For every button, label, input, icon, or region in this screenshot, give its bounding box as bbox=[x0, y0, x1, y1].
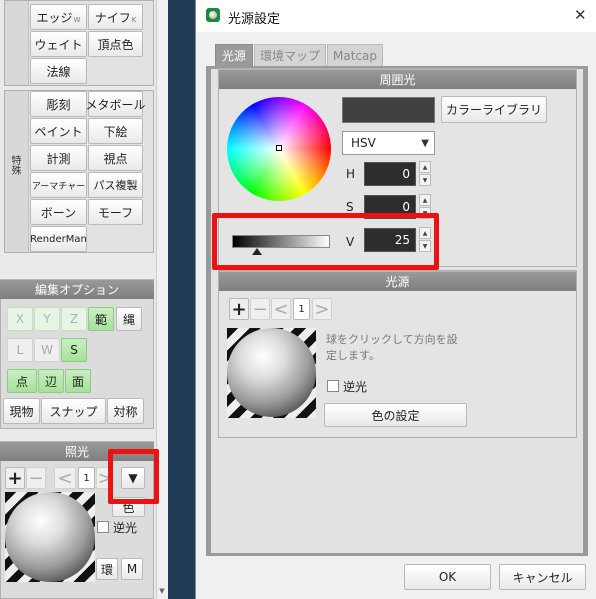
viewport-strip bbox=[168, 0, 195, 599]
color-mode-select[interactable]: HSV ▼ bbox=[342, 131, 435, 155]
tool-weight-button[interactable]: ウェイト bbox=[30, 31, 87, 57]
tool-edge-label: エッジ bbox=[36, 10, 73, 25]
h-up-icon[interactable]: ▲ bbox=[419, 161, 431, 173]
tool-bone-button[interactable]: ボーン bbox=[30, 199, 87, 225]
light-settings-dialog: 光源設定 ✕ 光源 環境マップ Matcap 周囲光 カラーライブラリ HSV … bbox=[195, 0, 596, 599]
select-face-button[interactable]: 面 bbox=[65, 369, 91, 393]
tab-light[interactable]: 光源 bbox=[215, 44, 253, 66]
left-panel: ▼ エッジ W ナイフ K ウェイト 頂点色 法線 特殊 彫刻 メタボール ペイント… bbox=[0, 0, 168, 599]
left-scrollbar[interactable] bbox=[156, 0, 168, 599]
h-label: H bbox=[346, 167, 356, 181]
h-down-icon[interactable]: ▼ bbox=[419, 174, 431, 186]
light-next-button[interactable]: > bbox=[312, 298, 332, 320]
axis-x-button[interactable]: X bbox=[7, 307, 33, 331]
s-up-icon[interactable]: ▲ bbox=[419, 194, 431, 206]
lighting-add-button[interactable]: + bbox=[5, 467, 25, 489]
tool-armature-button[interactable]: アーマチャー bbox=[30, 172, 87, 198]
tab-env-map[interactable]: 環境マップ bbox=[254, 44, 326, 66]
lighting-reverse-label: 逆光 bbox=[113, 521, 138, 535]
h-stepper[interactable]: ▲ ▼ bbox=[419, 161, 431, 186]
tool-renderman-button[interactable]: RenderMan bbox=[30, 226, 87, 252]
lighting-env-button[interactable]: 環 bbox=[96, 558, 118, 580]
edit-options-header: 編集オプション bbox=[0, 279, 154, 299]
highlight-box-ambient bbox=[212, 213, 439, 270]
snap-button[interactable]: スナップ bbox=[41, 398, 106, 424]
tool-paint-button[interactable]: ペイント bbox=[30, 118, 87, 144]
light-prev-button[interactable]: < bbox=[271, 298, 291, 320]
tool-metaball-button[interactable]: メタボール bbox=[86, 91, 146, 117]
lighting-sphere[interactable] bbox=[5, 492, 95, 582]
tool-edge-button[interactable]: エッジ W bbox=[30, 4, 87, 30]
lighting-prev-button[interactable]: < bbox=[54, 467, 76, 489]
ambient-header: 周囲光 bbox=[219, 69, 576, 89]
range-button[interactable]: 範 bbox=[88, 307, 114, 331]
ambient-color-swatch bbox=[342, 97, 435, 123]
axis-z-button[interactable]: Z bbox=[61, 307, 87, 331]
app-icon bbox=[206, 8, 220, 22]
color-wheel-cursor bbox=[276, 145, 282, 151]
tool-sculpt-button[interactable]: 彫刻 bbox=[30, 91, 87, 117]
lighting-m-button[interactable]: M bbox=[121, 558, 143, 580]
special-group-label: 特殊 bbox=[9, 155, 20, 175]
dialog-title: 光源設定 bbox=[228, 12, 281, 27]
tool-path-replicate-button[interactable]: パス複製 bbox=[88, 172, 143, 198]
h-value-input[interactable]: 0 bbox=[364, 162, 416, 186]
coord-screen-button[interactable]: S bbox=[61, 338, 87, 362]
color-library-button[interactable]: カラーライブラリ bbox=[441, 96, 547, 123]
lighting-index: 1 bbox=[78, 467, 95, 489]
coord-local-button[interactable]: L bbox=[7, 338, 33, 362]
select-edge-button[interactable]: 辺 bbox=[38, 369, 64, 393]
lighting-reverse-checkbox[interactable] bbox=[97, 521, 109, 533]
tools-group-tab bbox=[5, 1, 29, 85]
select-vertex-button[interactable]: 点 bbox=[7, 369, 37, 393]
snap-grid-button[interactable]: 縄 bbox=[116, 307, 142, 331]
light-color-button[interactable]: 色の設定 bbox=[324, 403, 467, 427]
tool-viewpoint-button[interactable]: 視点 bbox=[88, 145, 143, 171]
cancel-button[interactable]: キャンセル bbox=[499, 564, 586, 590]
axis-y-button[interactable]: Y bbox=[34, 307, 60, 331]
light-reverse-label: 逆光 bbox=[343, 380, 368, 394]
dialog-titlebar: 光源設定 ✕ bbox=[196, 0, 596, 32]
coord-world-button[interactable]: W bbox=[34, 338, 60, 362]
current-object-button[interactable]: 現物 bbox=[3, 398, 40, 424]
left-scroll-down-icon[interactable]: ▼ bbox=[157, 586, 167, 596]
color-mode-value: HSV bbox=[351, 136, 376, 150]
tab-matcap[interactable]: Matcap bbox=[327, 44, 383, 66]
symmetry-button[interactable]: 対称 bbox=[107, 398, 144, 424]
tool-knife-shortcut: K bbox=[131, 16, 137, 24]
tool-measure-button[interactable]: 計測 bbox=[30, 145, 87, 171]
light-index: 1 bbox=[293, 298, 310, 320]
s-label: S bbox=[346, 200, 354, 214]
light-reverse-checkbox[interactable] bbox=[327, 380, 339, 392]
lighting-remove-button[interactable]: − bbox=[26, 467, 46, 489]
tool-knife-button[interactable]: ナイフ K bbox=[88, 4, 143, 30]
tool-normal-button[interactable]: 法線 bbox=[30, 58, 87, 84]
ok-button[interactable]: OK bbox=[404, 564, 491, 590]
light-header: 光源 bbox=[219, 271, 576, 291]
light-add-button[interactable]: + bbox=[229, 298, 249, 320]
chevron-down-icon: ▼ bbox=[421, 138, 429, 149]
tool-underlay-button[interactable]: 下絵 bbox=[88, 118, 143, 144]
tool-vertex-color-button[interactable]: 頂点色 bbox=[88, 31, 143, 57]
tool-edge-shortcut: W bbox=[73, 16, 81, 24]
light-remove-button[interactable]: − bbox=[250, 298, 270, 320]
light-hint-text: 球をクリックして方向を設定します。 bbox=[326, 333, 458, 362]
tool-morph-button[interactable]: モーフ bbox=[88, 199, 143, 225]
light-sphere[interactable] bbox=[227, 328, 316, 417]
tool-knife-label: ナイフ bbox=[94, 10, 131, 25]
highlight-box-dropdown bbox=[108, 449, 159, 504]
close-icon[interactable]: ✕ bbox=[574, 6, 587, 24]
